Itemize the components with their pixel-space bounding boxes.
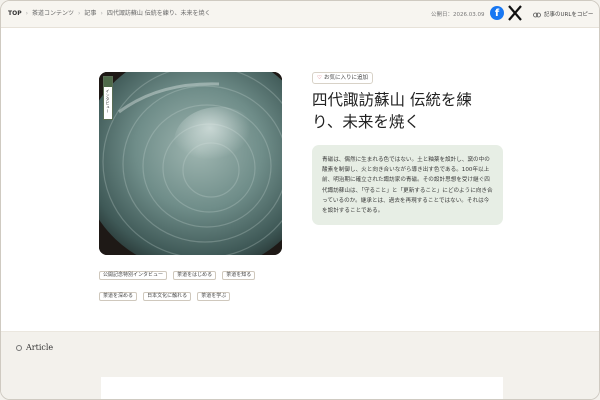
article-summary: 青磁は、偶然に生まれる色ではない。土と釉薬を設計し、窯の中の酸素を制御し、火と向… <box>312 145 503 225</box>
breadcrumb-separator: › <box>100 10 103 17</box>
summary-text: 青磁は、偶然に生まれる色ではない。土と釉薬を設計し、窯の中の酸素を制御し、火と向… <box>322 157 493 215</box>
celadon-bowl-photo <box>99 72 282 255</box>
header-bar: TOP › 茶道コンテンツ › 記事 › 四代諏訪蘇山 伝統を練り、未来を焼く 公開日：20… <box>1 1 599 28</box>
badge-mark <box>104 77 112 87</box>
published-date: 公開日：2026.03.09 <box>431 12 485 18</box>
add-favorite-button[interactable]: ♡ お気に入りに追加 <box>312 72 373 84</box>
copy-url-label: 記事のURLをコピー <box>544 12 594 18</box>
tag-chip[interactable]: 茶道をはじめる <box>173 271 217 280</box>
breadcrumb-tea-contents[interactable]: 茶道コンテンツ <box>32 9 74 19</box>
link-icon <box>533 12 541 17</box>
breadcrumb: TOP › 茶道コンテンツ › 記事 › 四代諏訪蘇山 伝統を練り、未来を焼く <box>8 9 211 20</box>
article-heading-label: Article <box>26 343 54 352</box>
interview-badge: インタビュー <box>103 76 113 120</box>
breadcrumb-separator: › <box>78 10 81 17</box>
copy-url-button[interactable]: 記事のURLをコピー <box>533 10 593 18</box>
circle-icon <box>16 345 22 351</box>
tag-chip[interactable]: 茶道を深める <box>99 292 138 301</box>
breadcrumb-articles[interactable]: 記事 <box>84 9 96 19</box>
tag-list: 公開記念特別インタビュー 茶道をはじめる 茶道を知る 茶道を深める 日本文化に触… <box>99 261 285 303</box>
breadcrumb-separator: › <box>25 10 28 17</box>
tag-chip[interactable]: 茶道を知る <box>222 271 256 280</box>
breadcrumb-current: 四代諏訪蘇山 伝統を練り、未来を焼く <box>106 10 211 17</box>
browser-frame: TOP › 茶道コンテンツ › 記事 › 四代諏訪蘇山 伝統を練り、未来を焼く 公開日：20… <box>0 0 600 400</box>
tag-chip[interactable]: 茶道を学ぶ <box>197 292 231 301</box>
x-icon[interactable] <box>508 5 522 21</box>
add-favorite-label: お気に入りに追加 <box>323 75 368 81</box>
breadcrumb-top[interactable]: TOP <box>8 9 22 19</box>
badge-label: インタビュー <box>105 89 111 113</box>
page-title: 四代諏訪蘇山 伝統を練り、未来を焼く <box>312 91 472 131</box>
hero-image <box>99 72 282 255</box>
article-heading: Article <box>16 343 53 352</box>
tag-chip[interactable]: 公開記念特別インタビュー <box>99 271 168 280</box>
tag-chip[interactable]: 日本文化に触れる <box>143 292 192 301</box>
article-body-card <box>101 377 503 399</box>
facebook-icon[interactable]: f <box>490 6 504 20</box>
heart-icon: ♡ <box>317 75 322 81</box>
